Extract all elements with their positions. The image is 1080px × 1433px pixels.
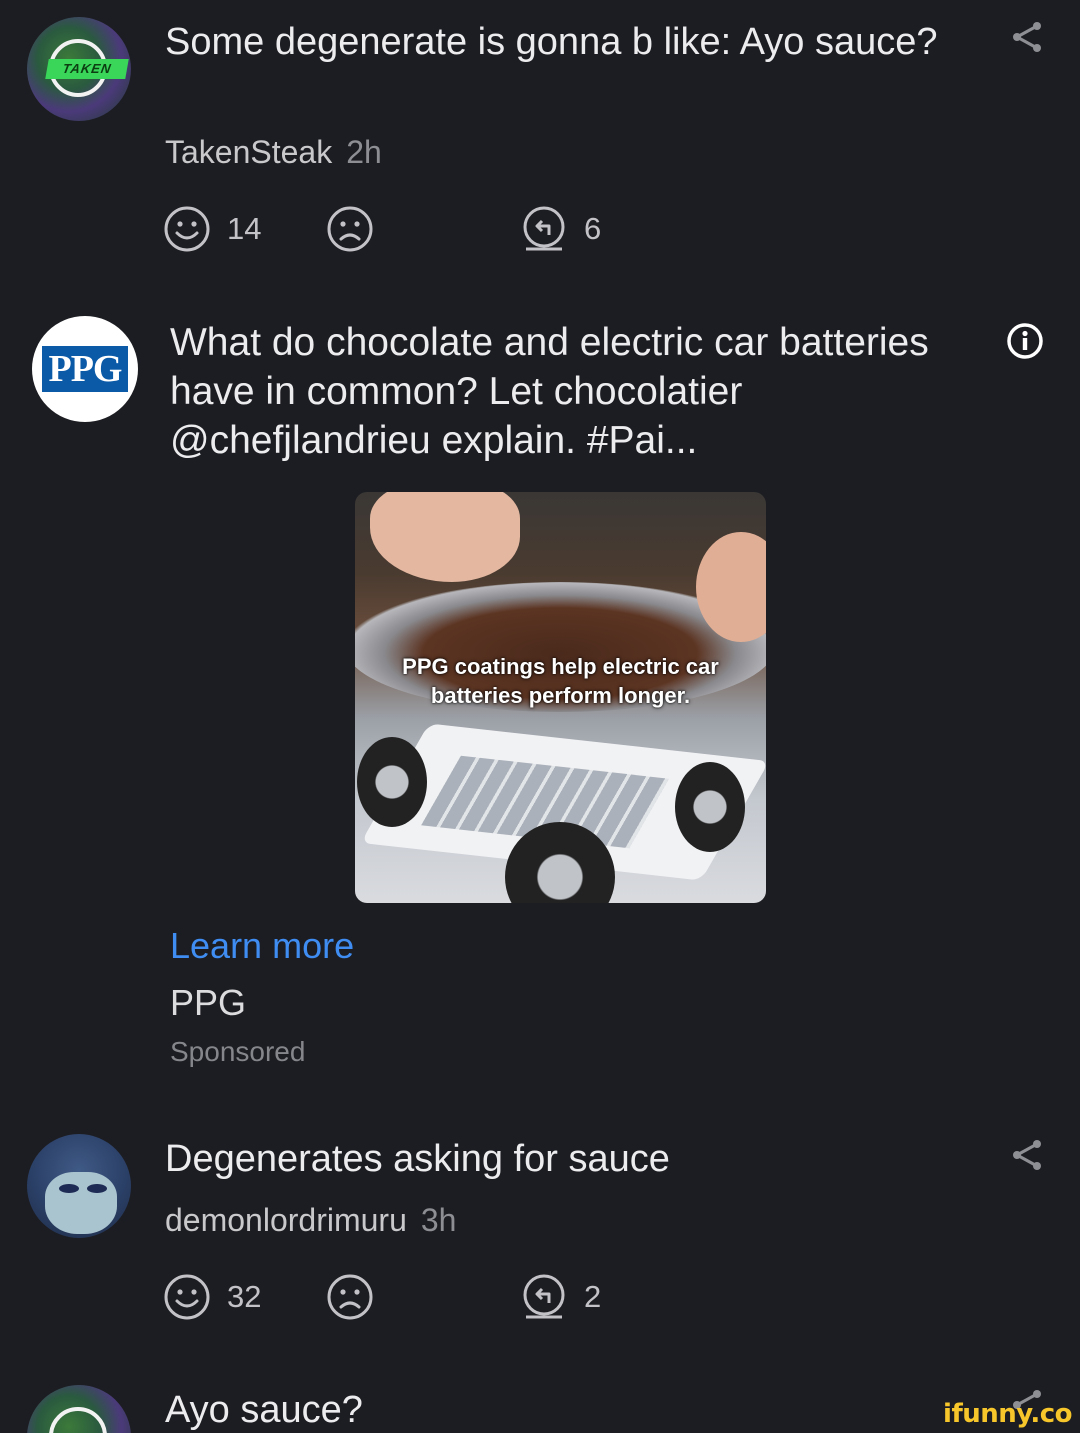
avatar-ring	[49, 1407, 107, 1433]
comments-feed: TAKEN Some degenerate is gonna b like: A…	[0, 0, 1080, 1433]
comment-item: Ayo sauce?	[0, 1380, 1080, 1433]
like-button[interactable]: 32	[163, 1273, 261, 1321]
reply-button[interactable]: 2	[520, 1273, 601, 1321]
comment-item: Degenerates asking for sauce demonlordri…	[0, 1120, 1080, 1350]
like-count: 32	[227, 1279, 262, 1314]
ppg-logo-text: PPG	[42, 346, 128, 392]
learn-more-link[interactable]: Learn more	[170, 925, 354, 967]
avatar-face	[45, 1172, 117, 1234]
frown-icon	[327, 1274, 373, 1320]
ad-brand: PPG	[170, 982, 247, 1023]
avatar-eye	[87, 1184, 107, 1193]
ifunny-watermark: ifunny.co	[943, 1399, 1072, 1429]
user-avatar[interactable]	[27, 1385, 131, 1433]
info-icon[interactable]	[1006, 322, 1044, 360]
user-avatar[interactable]	[27, 1134, 131, 1238]
ad-image[interactable]: PPG coatings help electric car batteries…	[355, 492, 766, 903]
comment-text: Degenerates asking for sauce	[165, 1138, 670, 1180]
sponsored-ad: PPG What do chocolate and electric car b…	[0, 0, 1080, 1100]
ad-image-caption: PPG coatings help electric car batteries…	[402, 654, 719, 708]
comment-actions: 32 2	[163, 1273, 663, 1323]
reply-count: 2	[584, 1279, 602, 1314]
smile-icon	[164, 1274, 210, 1320]
comment-time: 3h	[420, 1202, 457, 1238]
hand-shape	[370, 492, 520, 582]
advertiser-logo[interactable]: PPG	[32, 316, 138, 422]
wheel-shape	[675, 762, 745, 852]
reply-icon	[523, 1274, 565, 1319]
dislike-button[interactable]	[326, 1273, 374, 1321]
share-icon[interactable]	[1010, 1138, 1044, 1172]
avatar-eye	[59, 1184, 79, 1193]
ad-text: What do chocolate and electric car batte…	[170, 321, 929, 462]
comment-text: Ayo sauce?	[165, 1389, 363, 1431]
sponsored-label: Sponsored	[170, 1036, 306, 1067]
comment-username[interactable]: demonlordrimuru	[165, 1202, 407, 1238]
comment-meta: demonlordrimuru 3h	[165, 1202, 456, 1239]
wheel-shape	[357, 737, 427, 827]
